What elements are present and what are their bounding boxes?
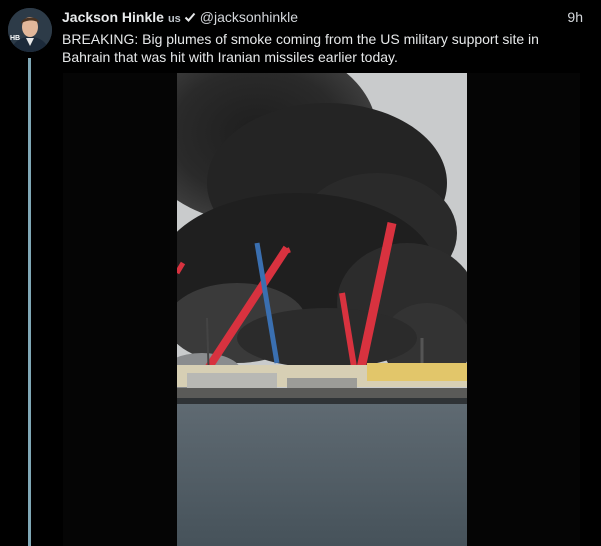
author-handle[interactable]: @jacksonhinkle xyxy=(200,9,298,25)
author-name[interactable]: Jackson Hinkle xyxy=(62,9,164,25)
avatar-badge: HB xyxy=(10,35,20,42)
tweet-media[interactable] xyxy=(63,73,580,546)
video-frame[interactable] xyxy=(177,73,467,546)
video-scene xyxy=(177,73,467,546)
thread-line xyxy=(28,58,31,546)
tweet-header: Jackson Hinkle us @jacksonhinkle 9h xyxy=(62,8,583,26)
tweet-text: BREAKING: Big plumes of smoke coming fro… xyxy=(62,31,539,65)
avatar-image: HB xyxy=(8,8,52,52)
sea xyxy=(177,404,467,546)
timestamp[interactable]: 9h xyxy=(567,8,583,26)
ship-icon xyxy=(177,363,467,404)
check-icon xyxy=(184,12,196,22)
avatar[interactable]: HB xyxy=(8,8,52,52)
country-flag: us xyxy=(167,13,181,25)
